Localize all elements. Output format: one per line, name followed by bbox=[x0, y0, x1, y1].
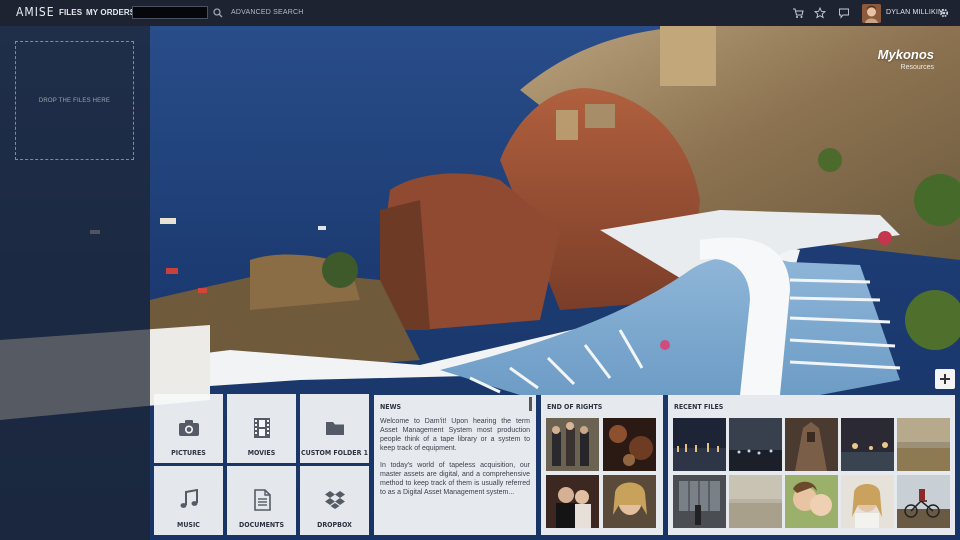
tile-documents[interactable]: DOCUMENTS bbox=[227, 466, 296, 535]
tile-label: DROPBOX bbox=[317, 521, 352, 529]
recent-files-title: RECENT FILES bbox=[674, 403, 724, 411]
recent-file-thumbnail[interactable] bbox=[729, 418, 782, 471]
search-icon[interactable] bbox=[213, 8, 223, 18]
top-bar: AMISE FILES MY ORDERS ADVANCED SEARCH DY… bbox=[0, 0, 960, 26]
add-widget-button[interactable] bbox=[935, 369, 955, 389]
camera-icon bbox=[178, 420, 199, 436]
end-of-rights-thumbnail[interactable] bbox=[546, 418, 599, 471]
tile-dropbox[interactable]: DROPBOX bbox=[300, 466, 369, 535]
tile-label: PICTURES bbox=[171, 449, 206, 457]
end-of-rights-thumbnail[interactable] bbox=[546, 475, 599, 528]
tile-label: MOVIES bbox=[247, 449, 276, 457]
end-of-rights-thumbnail[interactable] bbox=[603, 475, 656, 528]
news-scrollbar[interactable] bbox=[529, 397, 532, 411]
plus-icon bbox=[940, 374, 950, 384]
news-paragraph: Welcome to Dam'it! Upon hearing the term… bbox=[380, 418, 530, 452]
folder-icon bbox=[325, 422, 344, 435]
document-icon bbox=[253, 489, 271, 511]
left-panel: DROP THE FILES HERE bbox=[0, 26, 150, 540]
recent-file-thumbnail[interactable] bbox=[785, 418, 838, 471]
music-note-icon bbox=[180, 489, 198, 508]
chat-icon[interactable] bbox=[838, 7, 850, 19]
dropbox-icon bbox=[324, 491, 345, 509]
file-drop-zone[interactable]: DROP THE FILES HERE bbox=[15, 41, 134, 160]
end-of-rights-panel: END OF RIGHTS bbox=[541, 395, 663, 535]
search-input[interactable] bbox=[132, 6, 208, 19]
news-paragraph: In today's world of tapeless acquisition… bbox=[380, 461, 530, 496]
nav-files[interactable]: FILES bbox=[59, 8, 82, 17]
end-of-rights-thumbnail[interactable] bbox=[603, 418, 656, 471]
tile-pictures[interactable]: PICTURES bbox=[154, 394, 223, 463]
film-icon bbox=[253, 418, 270, 438]
location-title: Mykonos bbox=[877, 47, 934, 62]
tile-movies[interactable]: MOVIES bbox=[227, 394, 296, 463]
recent-file-thumbnail[interactable] bbox=[841, 418, 894, 471]
user-name[interactable]: DYLAN MILLIKIN bbox=[886, 9, 943, 16]
recent-file-thumbnail[interactable] bbox=[673, 475, 726, 528]
recent-file-thumbnail[interactable] bbox=[785, 475, 838, 528]
nav-my-orders[interactable]: MY ORDERS bbox=[86, 8, 135, 17]
gear-icon[interactable] bbox=[938, 7, 950, 19]
recent-file-thumbnail[interactable] bbox=[897, 418, 950, 471]
avatar[interactable] bbox=[862, 4, 881, 23]
recent-file-thumbnail[interactable] bbox=[841, 475, 894, 528]
tile-label: MUSIC bbox=[177, 521, 200, 529]
news-panel: NEWS Welcome to Dam'it! Upon hearing the… bbox=[374, 395, 536, 535]
app-logo[interactable]: AMISE bbox=[16, 5, 55, 19]
recent-files-panel: RECENT FILES bbox=[668, 395, 955, 535]
news-body: Welcome to Dam'it! Upon hearing the term… bbox=[380, 418, 530, 506]
recent-file-thumbnail[interactable] bbox=[729, 475, 782, 528]
location-subtitle: Resources bbox=[900, 64, 934, 71]
advanced-search-link[interactable]: ADVANCED SEARCH bbox=[231, 9, 304, 16]
tile-label: CUSTOM FOLDER 1 bbox=[300, 449, 368, 457]
star-icon[interactable] bbox=[814, 7, 826, 19]
tile-label: DOCUMENTS bbox=[239, 521, 284, 529]
news-title: NEWS bbox=[380, 403, 402, 411]
drop-zone-label: DROP THE FILES HERE bbox=[38, 97, 111, 104]
cart-icon[interactable] bbox=[792, 7, 804, 19]
tile-music[interactable]: MUSIC bbox=[154, 466, 223, 535]
recent-file-thumbnail[interactable] bbox=[897, 475, 950, 528]
tile-custom-folder-1[interactable]: CUSTOM FOLDER 1 bbox=[300, 394, 369, 463]
end-of-rights-title: END OF RIGHTS bbox=[547, 403, 603, 411]
recent-file-thumbnail[interactable] bbox=[673, 418, 726, 471]
